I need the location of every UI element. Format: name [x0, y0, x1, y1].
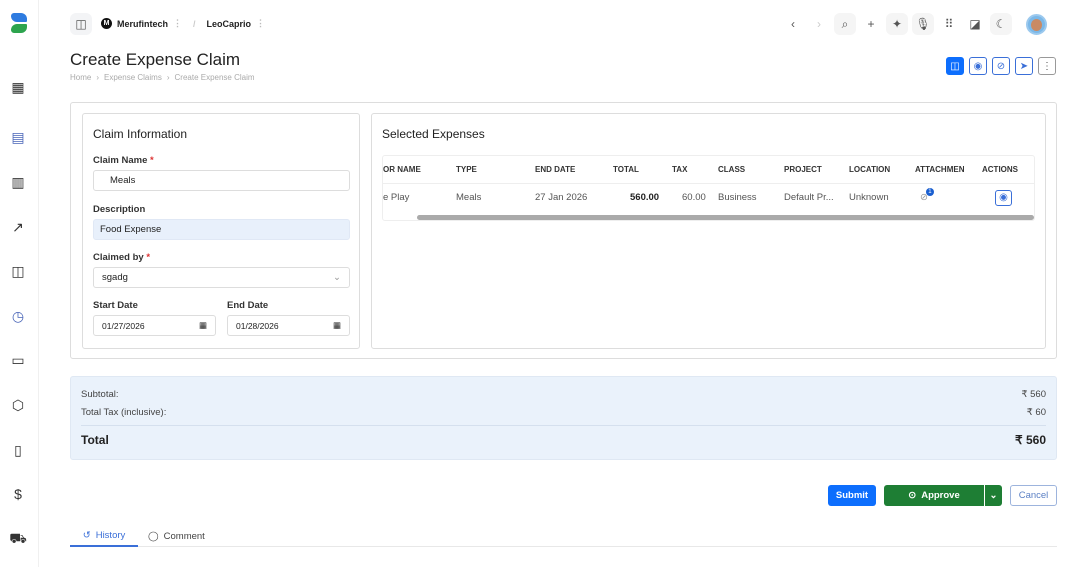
tab-history[interactable]: ↺ History [70, 525, 138, 547]
cell-location: Unknown [849, 192, 889, 203]
clock-icon[interactable]: ◷ [10, 308, 26, 324]
breadcrumb-expense-claims[interactable]: Expense Claims [104, 73, 162, 82]
end-date-input[interactable]: 01/28/2026 ▦ [227, 315, 350, 336]
back-icon[interactable]: ‹ [782, 13, 804, 35]
horizontal-scrollbar[interactable] [417, 215, 1034, 220]
sidebar: ▦ ▤ ▥ ↗ ◫ ◷ ▭ ⬡ ▯ $ ⛟ [0, 0, 39, 567]
submit-button[interactable]: Submit [828, 485, 876, 506]
page-title: Create Expense Claim [70, 50, 241, 69]
column-header[interactable]: OR NAME [383, 156, 421, 183]
column-header[interactable]: PROJECT [784, 156, 822, 183]
column-header[interactable]: TAX [672, 156, 687, 183]
sidebar-toggle-icon[interactable]: ◫ [70, 13, 92, 35]
selected-expenses-panel: Selected Expenses OR NAME TYPE END DATE … [371, 113, 1046, 349]
org-name: Merufintech [117, 18, 169, 29]
switch-icon[interactable]: ◪ [964, 13, 986, 35]
summary-box: Subtotal: ₹ 560 Total Tax (inclusive): ₹ 6… [70, 376, 1057, 460]
check-circle-icon: ⊙ [908, 490, 917, 501]
user-name[interactable]: LeoCaprio [207, 19, 252, 29]
column-header[interactable]: CLASS [718, 156, 745, 183]
approve-dropdown-icon[interactable]: ⌄ [985, 485, 1002, 506]
calendar-icon[interactable]: ▦ [333, 320, 341, 331]
plus-icon[interactable]: + [860, 13, 882, 35]
org-switcher[interactable]: M Merufintech ⋮ / LeoCaprio ⋮ [101, 18, 265, 29]
breadcrumb-home[interactable]: Home [70, 73, 91, 82]
claimed-by-label: Claimed by * [93, 252, 151, 263]
microphone-icon[interactable]: 🎙 [912, 13, 934, 35]
column-header[interactable]: END DATE [535, 156, 575, 183]
sparkle-icon[interactable]: ✦ [886, 13, 908, 35]
package-search-icon[interactable]: ⬡ [10, 397, 26, 413]
dollar-icon[interactable]: $ [10, 486, 26, 502]
claim-information-panel: Claim Information Claim Name * Meals Des… [82, 113, 360, 349]
subtotal-value: ₹ 560 [1021, 389, 1046, 400]
cell-name: e Play [383, 192, 410, 203]
user-avatar[interactable] [1026, 14, 1047, 35]
view-icon[interactable]: ◉ [995, 189, 1012, 206]
cell-total: 560.00 [630, 192, 660, 203]
cell-class: Business [718, 192, 757, 203]
history-icon: ↺ [82, 529, 91, 541]
archive-icon[interactable]: ▭ [10, 352, 26, 368]
tax-value: ₹ 60 [1026, 407, 1046, 418]
expenses-table: OR NAME TYPE END DATE TOTAL TAX CLASS PR… [382, 155, 1035, 221]
column-header[interactable]: TYPE [456, 156, 477, 183]
chevron-down-icon: ⌄ [333, 272, 341, 283]
building-icon[interactable]: ▥ [10, 174, 26, 190]
app-logo[interactable] [11, 13, 27, 33]
section-title: Claim Information [93, 127, 188, 141]
end-date-label: End Date [227, 300, 269, 311]
org-menu-icon[interactable]: ⋮ [173, 18, 182, 29]
claim-name-label: Claim Name * [93, 155, 154, 166]
start-date-input[interactable]: 01/27/2026 ▦ [93, 315, 216, 336]
breadcrumb: Home › Expense Claims › Create Expense Cla… [70, 73, 255, 82]
total-value: ₹ 560 [1015, 433, 1046, 447]
cell-type: Meals [456, 192, 482, 203]
org-avatar: M [101, 18, 112, 29]
search-icon[interactable]: ⌕ [834, 13, 856, 35]
attachment-count-badge: 1 [925, 187, 934, 196]
description-label: Description [93, 204, 146, 215]
column-header[interactable]: LOCATION [849, 156, 890, 183]
send-icon[interactable]: ➤ [1015, 57, 1033, 75]
claimed-by-select[interactable]: sgadg ⌄ [93, 267, 350, 288]
claim-name-input[interactable]: Meals [93, 170, 350, 191]
total-label: Total [81, 433, 109, 447]
approve-button[interactable]: ⊙ Approve [884, 485, 984, 506]
subtotal-label: Subtotal: [81, 389, 119, 400]
cell-end-date: 27 Jan 2026 [535, 192, 588, 203]
apps-grid-icon[interactable]: ⠿ [938, 13, 960, 35]
tax-label: Total Tax (inclusive): [81, 407, 167, 418]
dashboard-icon[interactable]: ▦ [10, 79, 26, 95]
calculator-icon[interactable]: ▤ [10, 129, 26, 145]
user-menu-icon[interactable]: ⋮ [256, 18, 265, 29]
split-view-icon[interactable]: ◫ [946, 57, 964, 75]
cell-tax: 60.00 [682, 192, 706, 203]
calendar-icon[interactable]: ▦ [199, 320, 207, 331]
shopping-bag-icon[interactable]: ◫ [10, 263, 26, 279]
section-title: Selected Expenses [382, 127, 485, 141]
attachment-icon[interactable]: ⊘ [992, 57, 1010, 75]
column-header[interactable]: ATTACHMEN [915, 156, 964, 183]
separator: / [193, 18, 196, 29]
paperclip-icon[interactable]: ⊘ 1 [920, 184, 936, 211]
breadcrumb-current: Create Expense Claim [174, 73, 255, 82]
tab-comment[interactable]: ◯ Comment [148, 525, 205, 547]
forward-icon[interactable]: › [808, 13, 830, 35]
preview-icon[interactable]: ◉ [969, 57, 987, 75]
description-input[interactable]: Food Expense [93, 219, 350, 240]
trending-up-icon[interactable]: ↗ [10, 219, 26, 235]
report-icon[interactable]: ▯ [10, 442, 26, 458]
cell-project: Default Pr... [784, 192, 834, 203]
cancel-button[interactable]: Cancel [1010, 485, 1057, 506]
column-header[interactable]: TOTAL [613, 156, 639, 183]
start-date-label: Start Date [93, 300, 138, 311]
truck-icon[interactable]: ⛟ [9, 530, 27, 547]
column-header[interactable]: ACTIONS [982, 156, 1018, 183]
comment-icon: ◯ [148, 530, 159, 542]
more-icon[interactable]: ⋮ [1038, 57, 1056, 75]
dark-mode-icon[interactable]: ☾ [990, 13, 1012, 35]
